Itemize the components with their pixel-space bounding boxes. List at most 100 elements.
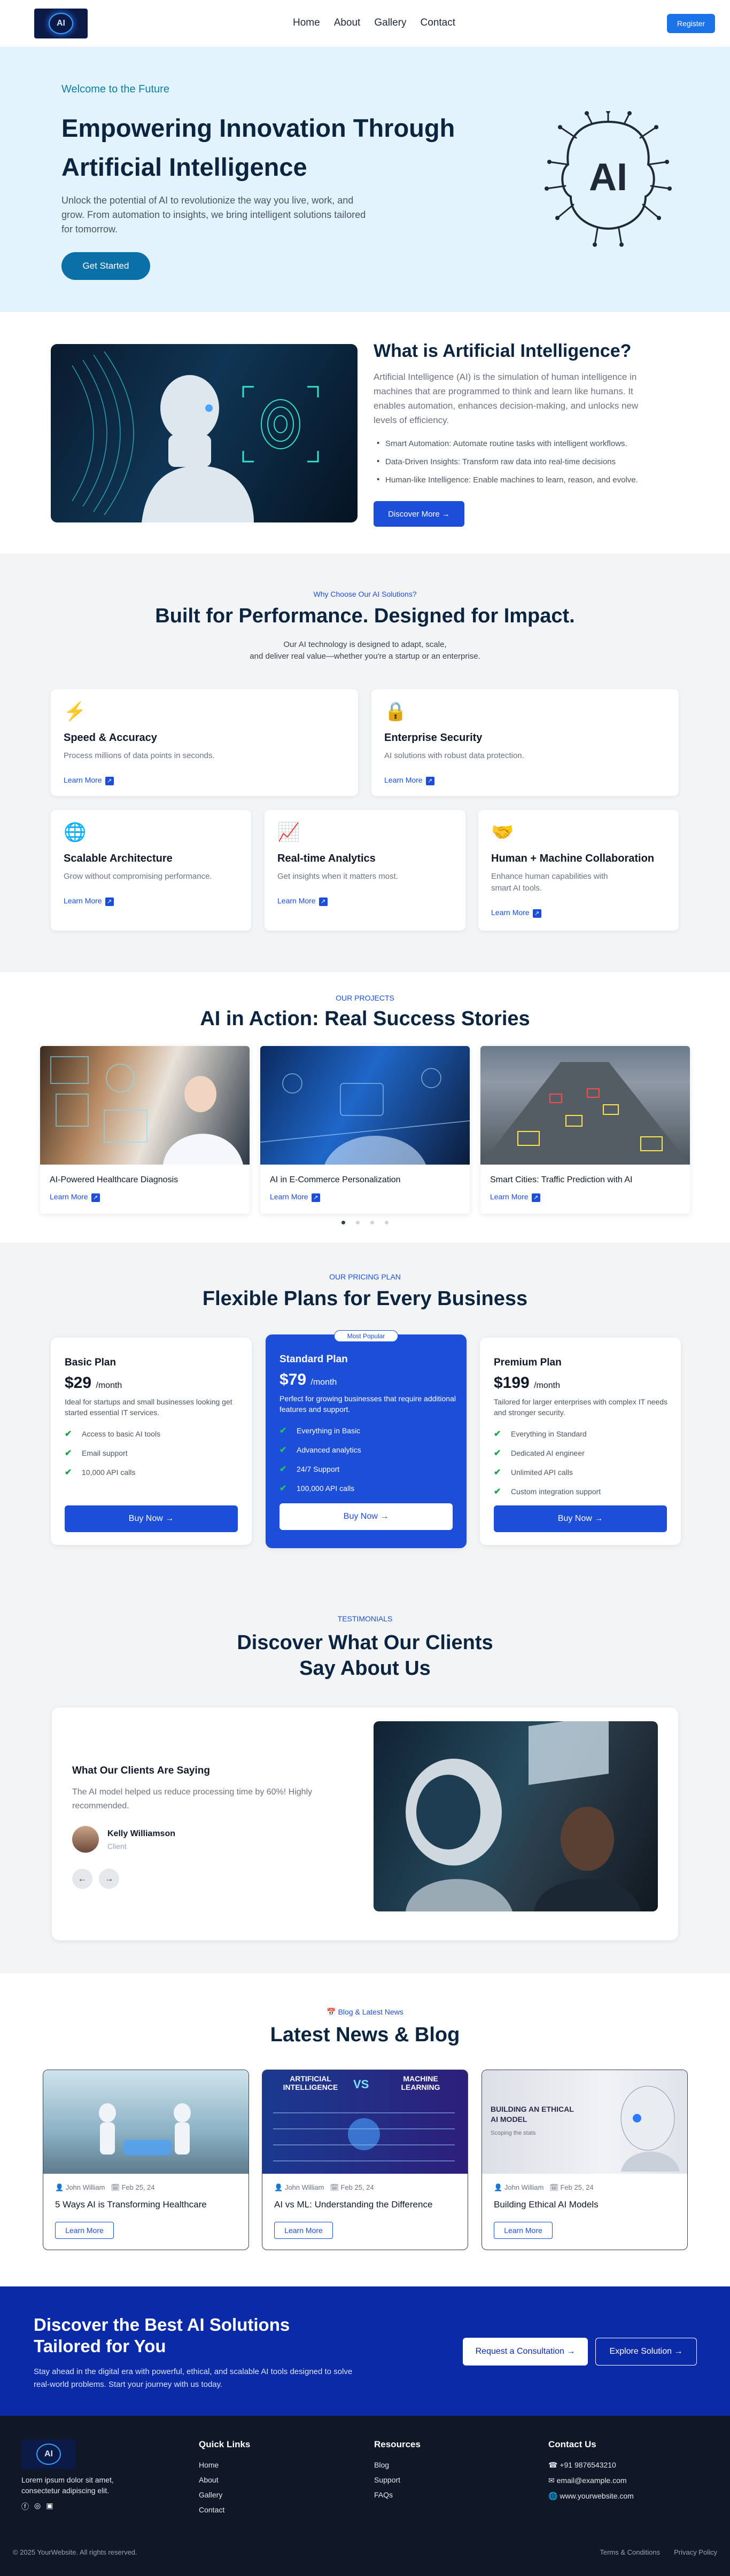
feature-card-security: 🔒 Enterprise Security AI solutions with … (371, 689, 679, 796)
contact-email[interactable]: ✉ email@example.com (548, 2476, 634, 2485)
learn-more-link[interactable]: Learn More ↗ (490, 1192, 540, 1202)
user-icon: 👤 (494, 2183, 503, 2191)
read-more-button[interactable]: Learn More (55, 2222, 114, 2239)
cta-title: Discover the Best AI Solutions Tailored … (34, 2315, 290, 2356)
what-text: Artificial Intelligence (AI) is the simu… (374, 372, 639, 425)
check-icon: ✔ (65, 1430, 72, 1439)
nav-about[interactable]: About (334, 17, 361, 29)
check-icon: ✔ (494, 1430, 501, 1439)
hero-section: Welcome to the Future Empowering Innovat… (0, 47, 730, 312)
plan-price: $79 /month (279, 1371, 337, 1388)
ethical-ai-image: BUILDING AN ETHICAL AI MODEL Scoping the… (482, 2070, 687, 2174)
check-icon: ✔ (494, 1487, 501, 1496)
plan-feature: ✔ Custom integration support (494, 1487, 601, 1496)
calendar-icon: 📅 (327, 2008, 336, 2016)
buy-now-button[interactable]: Buy Now → (494, 1505, 667, 1532)
carousel-dot[interactable] (341, 1221, 345, 1224)
features-subtitle-1: Our AI technology is designed to adapt, … (283, 640, 447, 649)
plan-feature: ✔ 24/7 Support (279, 1465, 340, 1474)
learn-more-link[interactable]: Learn More ↗ (277, 896, 328, 906)
nav-gallery[interactable]: Gallery (374, 17, 406, 29)
social-links: ⓕ ◎ ▣ (21, 2501, 53, 2512)
request-consultation-button[interactable]: Request a Consultation → (463, 2338, 588, 2366)
user-icon: 👤 (55, 2183, 64, 2191)
what-bullets: Smart Automation: Automate routine tasks… (374, 439, 673, 494)
site-logo[interactable]: AI (34, 9, 88, 38)
carousel-dot[interactable] (356, 1221, 360, 1224)
learn-more-link[interactable]: Learn More ↗ (50, 1192, 100, 1202)
feature-card-speed: ⚡ Speed & Accuracy Process millions of d… (51, 689, 358, 796)
project-card[interactable]: AI in E-Commerce Personalization Learn M… (260, 1046, 470, 1214)
features-eyebrow: Why Choose Our AI Solutions? (313, 590, 417, 598)
plan-feature: ✔ Everything in Standard (494, 1430, 587, 1439)
footer-logo[interactable]: AI (21, 2439, 76, 2469)
blog-card[interactable]: BUILDING AN ETHICAL AI MODEL Scoping the… (482, 2070, 688, 2250)
buy-now-button[interactable]: Buy Now → (279, 1503, 453, 1530)
testimonial-heading: What Our Clients Are Saying (72, 1765, 210, 1776)
carousel-dot[interactable] (370, 1221, 374, 1224)
footer-link-home[interactable]: Home (199, 2461, 250, 2469)
project-card[interactable]: Smart Cities: Traffic Prediction with AI… (480, 1046, 690, 1214)
arrow-icon: ↗ (319, 897, 328, 906)
pricing-section: OUR PRICING PLAN Flexible Plans for Ever… (0, 1243, 730, 1584)
explore-solution-button[interactable]: Explore Solution → (595, 2338, 697, 2366)
footer-link-contact[interactable]: Contact (199, 2505, 250, 2514)
project-card[interactable]: AI-Powered Healthcare Diagnosis Learn Mo… (40, 1046, 250, 1214)
testimonials-title-2: Say About Us (299, 1657, 431, 1680)
copyright: © 2025 YourWebsite. All rights reserved. (13, 2548, 137, 2556)
instagram-icon[interactable]: ◎ (34, 2501, 41, 2512)
plan-price: $199 /month (494, 1374, 561, 1392)
what-is-ai-section: What is Artificial Intelligence? Artific… (0, 312, 730, 553)
footer-link-blog[interactable]: Blog (374, 2461, 421, 2469)
learn-more-link[interactable]: Learn More ↗ (270, 1192, 320, 1202)
blog-card[interactable]: ARTIFICIAL INTELLIGENCE VS MACHINE LEARN… (262, 2070, 468, 2250)
mail-icon: ✉ (548, 2476, 555, 2485)
learn-more-link[interactable]: Learn More ↗ (64, 776, 114, 785)
check-icon: ✔ (279, 1484, 287, 1493)
nav-home[interactable]: Home (293, 17, 320, 29)
contact-phone[interactable]: ☎ +91 9876543210 (548, 2461, 634, 2470)
read-more-button[interactable]: Learn More (494, 2222, 553, 2239)
buy-now-button[interactable]: Buy Now → (65, 1505, 238, 1532)
register-button[interactable]: Register (667, 14, 715, 33)
terms-link[interactable]: Terms & Conditions (600, 2548, 660, 2556)
check-icon: ✔ (494, 1449, 501, 1458)
feature-title: Speed & Accuracy (64, 732, 157, 744)
contact-website[interactable]: 🌐 www.yourwebsite.com (548, 2492, 634, 2501)
avatar (72, 1826, 99, 1853)
get-started-button[interactable]: Get Started (61, 252, 150, 280)
read-more-button[interactable]: Learn More (274, 2222, 333, 2239)
plan-desc: Perfect for growing businesses that requ… (279, 1394, 456, 1414)
discover-more-button[interactable]: Discover More → (374, 501, 464, 527)
privacy-link[interactable]: Privacy Policy (674, 2548, 717, 2556)
learn-more-link[interactable]: Learn More ↗ (491, 908, 541, 918)
learn-more-link[interactable]: Learn More ↗ (64, 896, 114, 906)
plan-name: Basic Plan (65, 1357, 117, 1368)
next-arrow-icon[interactable]: → (99, 1869, 119, 1889)
features-title: Built for Performance. Designed for Impa… (155, 605, 575, 627)
plan-name: Premium Plan (494, 1357, 562, 1368)
footer-link-support[interactable]: Support (374, 2476, 421, 2484)
footer-link-gallery[interactable]: Gallery (199, 2491, 250, 2499)
carousel-dot[interactable] (385, 1221, 389, 1224)
globe-icon: 🌐 (64, 822, 87, 842)
facebook-icon[interactable]: ⓕ (21, 2501, 29, 2512)
footer-link-faqs[interactable]: FAQs (374, 2491, 421, 2499)
resources-title: Resources (374, 2439, 421, 2449)
blog-eyebrow: 📅 Blog & Latest News (327, 2008, 403, 2016)
feature-card-scalable: 🌐 Scalable Architecture Grow without com… (51, 810, 251, 931)
healthcare-image (40, 1046, 250, 1165)
resources-links: Resources Blog Support FAQs (374, 2439, 421, 2505)
arrow-icon: ↗ (105, 777, 114, 785)
learn-more-link[interactable]: Learn More ↗ (384, 776, 434, 785)
linkedin-icon[interactable]: ▣ (46, 2501, 53, 2512)
hero-eyebrow: Welcome to the Future (61, 83, 169, 95)
nav-contact[interactable]: Contact (421, 17, 455, 29)
prev-arrow-icon[interactable]: ← (72, 1869, 92, 1889)
blog-card[interactable]: 👤 John William 🗓 Feb 25, 24 5 Ways AI is… (43, 2070, 249, 2250)
plan-feature: ✔ Everything in Basic (279, 1426, 361, 1435)
feature-card-collaboration: 🤝 Human + Machine Collaboration Enhance … (478, 810, 679, 931)
project-title: Smart Cities: Traffic Prediction with AI (490, 1175, 633, 1184)
cta-banner: Discover the Best AI Solutions Tailored … (0, 2286, 730, 2416)
footer-link-about[interactable]: About (199, 2476, 250, 2484)
